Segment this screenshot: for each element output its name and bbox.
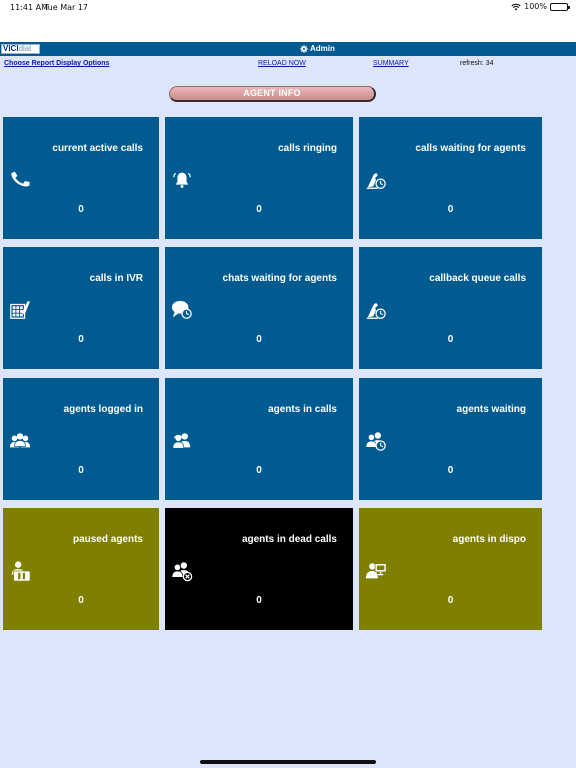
- tile-label: paused agents: [72, 534, 143, 545]
- tile-agents-in-calls[interactable]: agents in calls 0: [165, 378, 353, 500]
- reload-now-link[interactable]: RELOAD NOW: [258, 60, 306, 67]
- tile-value: 0: [78, 204, 84, 215]
- home-indicator[interactable]: [200, 760, 376, 764]
- tile-agents-in-dispo[interactable]: agents in dispo 0: [359, 508, 542, 630]
- tile-label: calls in IVR: [89, 273, 143, 284]
- agents-group-icon: [9, 430, 31, 452]
- tile-value: 0: [447, 595, 454, 606]
- header-bar: VICIdial Admin: [0, 42, 576, 56]
- agent-clock-icon: [365, 430, 387, 452]
- tile-value: 0: [256, 334, 262, 345]
- tile-value: 0: [447, 465, 454, 476]
- tile-value: 0: [256, 595, 262, 606]
- tile-label: callback queue calls: [429, 273, 526, 284]
- tile-label: agents logged in: [63, 404, 143, 415]
- tile-value: 0: [78, 465, 84, 476]
- tile-agents-logged-in[interactable]: agents logged in 0: [3, 378, 159, 500]
- chat-clock-icon: [171, 299, 193, 321]
- tile-label: agents waiting: [456, 404, 526, 415]
- tile-value: 0: [256, 204, 262, 215]
- tile-value: 0: [78, 334, 84, 345]
- tile-value: 0: [447, 204, 454, 215]
- ios-status-bar: 11:41 AM Tue Mar 17 100%: [0, 0, 576, 42]
- tile-value: 0: [78, 595, 84, 606]
- admin-label: Admin: [310, 44, 335, 53]
- tile-current-active-calls[interactable]: current active calls 0: [3, 117, 159, 239]
- bell-icon: [171, 169, 193, 191]
- tile-label: current active calls: [52, 143, 143, 154]
- agent-screen-icon: [365, 560, 387, 582]
- wifi-icon: [511, 3, 521, 10]
- phone-clock-icon: [365, 169, 387, 191]
- tile-chats-waiting-for-agents[interactable]: chats waiting for agents 0: [165, 247, 353, 369]
- tile-calls-in-ivr[interactable]: calls in IVR 0: [3, 247, 159, 369]
- battery-percent: 100%: [524, 2, 547, 11]
- tile-label: calls ringing: [278, 143, 337, 154]
- gear-icon: [300, 44, 308, 53]
- battery-icon: [550, 2, 570, 11]
- status-time: 11:41 AM: [10, 3, 48, 12]
- tile-callback-queue-calls[interactable]: callback queue calls 0: [359, 247, 542, 369]
- phone-clock-icon: [365, 299, 387, 321]
- choose-report-options-link[interactable]: Choose Report Display Options: [4, 60, 109, 67]
- agent-headset-icon: [171, 430, 193, 452]
- tile-label: agents in dispo: [452, 534, 526, 545]
- tile-label: calls waiting for agents: [415, 143, 526, 154]
- tile-calls-ringing[interactable]: calls ringing 0: [165, 117, 353, 239]
- tile-label: chats waiting for agents: [222, 273, 337, 284]
- vicidial-logo[interactable]: VICIdial: [1, 44, 40, 54]
- admin-menu[interactable]: Admin: [300, 44, 335, 53]
- summary-link[interactable]: SUMMARY: [373, 60, 409, 67]
- refresh-counter: refresh: 34: [460, 60, 494, 67]
- phone-icon: [9, 169, 31, 191]
- tile-agents-in-dead-calls[interactable]: agents in dead calls 0: [165, 508, 353, 630]
- agent-dead-icon: [171, 560, 193, 582]
- tile-paused-agents[interactable]: paused agents 0: [3, 508, 159, 630]
- tile-label: agents in calls: [268, 404, 337, 415]
- tile-value: 0: [447, 334, 454, 345]
- tile-calls-waiting-for-agents[interactable]: calls waiting for agents 0: [359, 117, 542, 239]
- agent-info-button[interactable]: AGENT INFO: [169, 86, 376, 102]
- keypad-phone-icon: [9, 299, 31, 321]
- agent-pause-icon: [9, 560, 31, 582]
- tile-label: agents in dead calls: [241, 534, 337, 545]
- tile-value: 0: [256, 465, 262, 476]
- options-bar: Choose Report Display Options RELOAD NOW…: [0, 60, 576, 72]
- status-right: 100%: [511, 2, 570, 11]
- logo-text-vici: VICI: [3, 44, 19, 53]
- tile-agents-waiting[interactable]: agents waiting 0: [359, 378, 542, 500]
- status-date: Tue Mar 17: [44, 3, 89, 12]
- logo-text-dial: dial: [18, 44, 32, 53]
